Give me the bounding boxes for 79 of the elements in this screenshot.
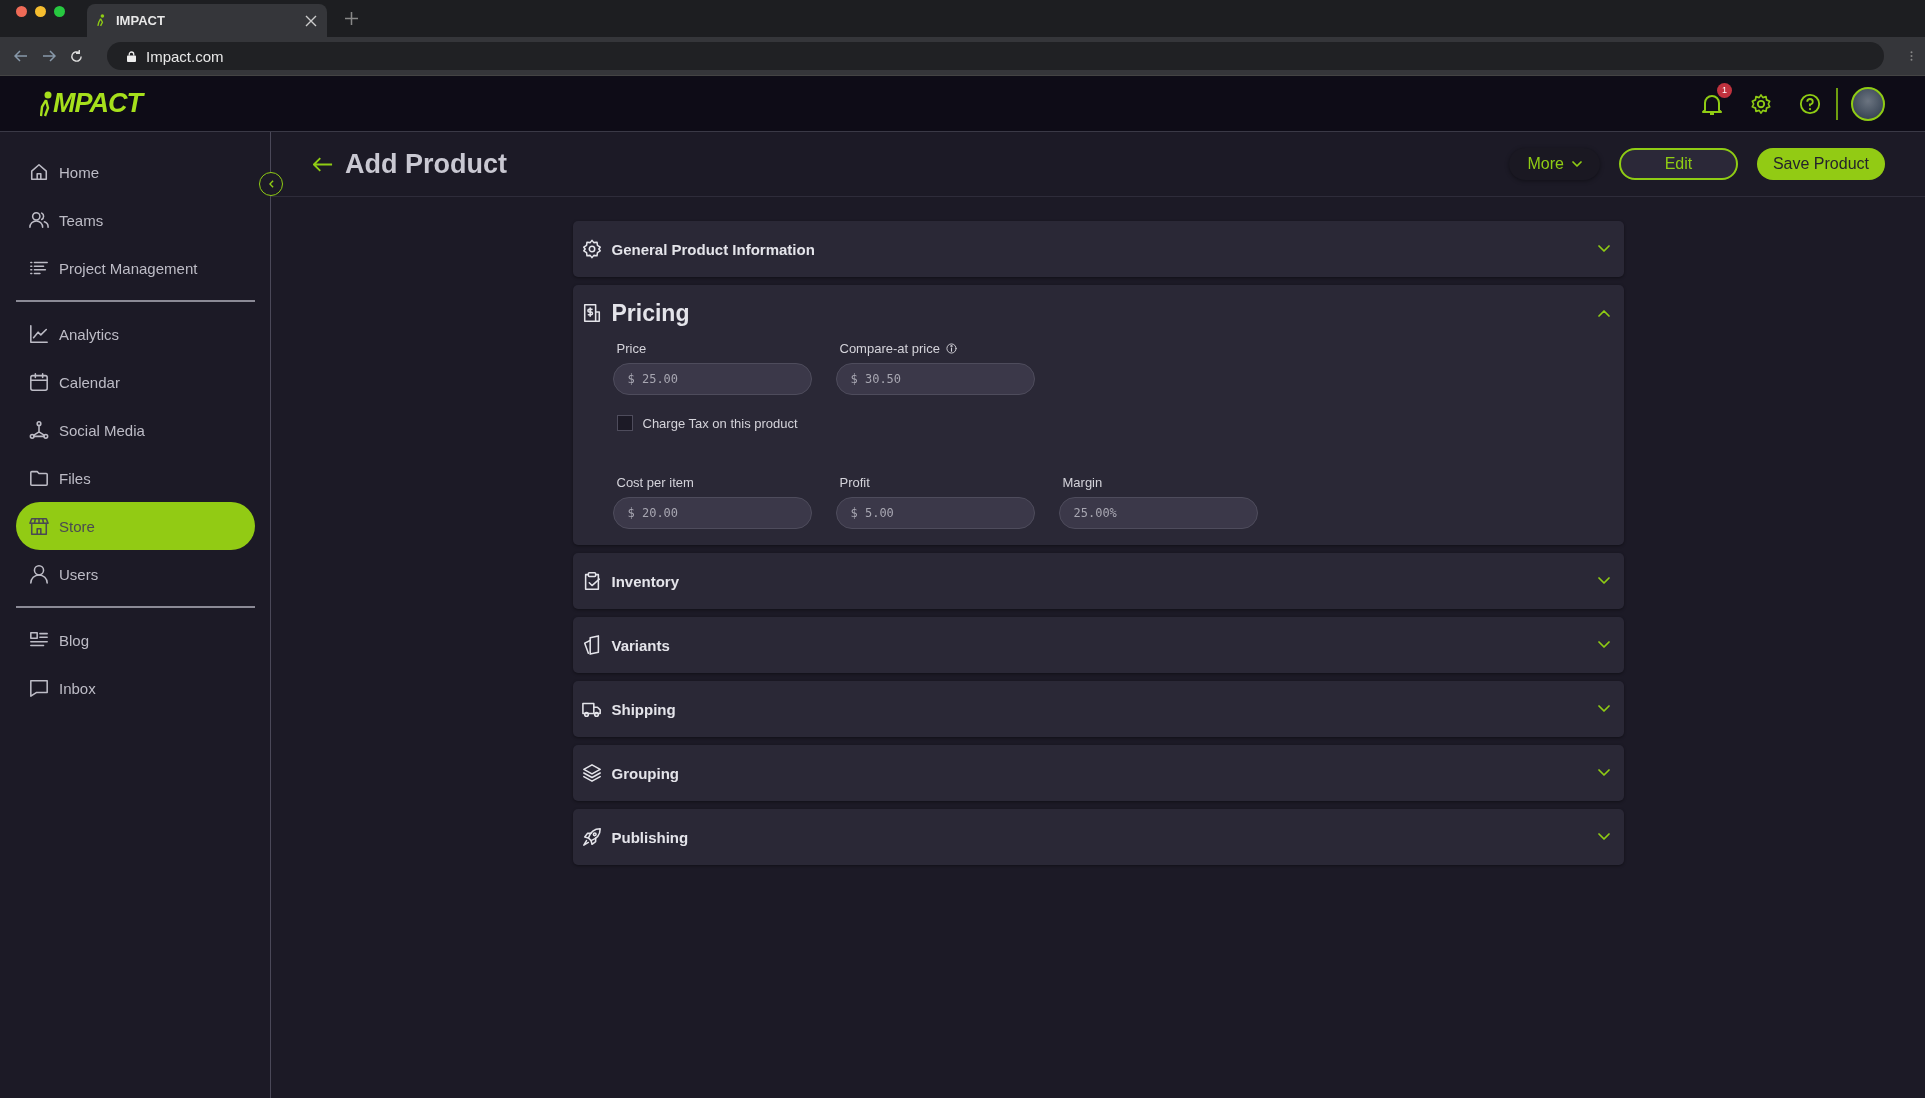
sidebar-item[interactable]: Home (16, 148, 255, 196)
field-label: Cost per item (616, 475, 694, 490)
runner-icon (40, 90, 52, 117)
edit-button[interactable]: Edit (1618, 148, 1738, 180)
calendar-icon (29, 372, 49, 392)
runner-icon (97, 14, 106, 27)
field-label: Profit (839, 475, 870, 490)
sidebar-item[interactable]: Files (16, 454, 255, 502)
chevron-down-icon[interactable] (1597, 245, 1610, 253)
save-button[interactable]: Save Product (1756, 148, 1885, 180)
section-header[interactable]: Grouping (572, 745, 1624, 801)
sidebar-item[interactable]: Users (16, 550, 255, 598)
input-field[interactable]: $ 25.00 (612, 363, 812, 395)
lock-icon (127, 50, 136, 62)
gear-icon (581, 239, 602, 259)
back-icon[interactable] (14, 50, 28, 62)
chevron-down-icon[interactable] (1597, 641, 1610, 649)
section-header[interactable]: Pricing (572, 285, 1624, 341)
forward-icon[interactable] (42, 50, 56, 62)
maximize-window-icon[interactable] (54, 6, 65, 17)
layers-icon (581, 763, 602, 783)
collapse-button[interactable] (259, 172, 283, 196)
sidebar-item[interactable]: Project Management (16, 244, 255, 292)
section-header[interactable]: Variants (572, 617, 1624, 673)
input-field[interactable]: 25.00% (1058, 497, 1258, 529)
reload-icon[interactable] (70, 49, 83, 63)
chevron-down-icon[interactable] (1597, 705, 1610, 713)
chevron-down-icon (1571, 161, 1582, 167)
chat-icon (29, 678, 49, 698)
sidebar-item[interactable]: Teams (16, 196, 255, 244)
plus-icon[interactable] (345, 12, 358, 25)
checkbox-label: Charge Tax on this product (642, 415, 798, 431)
section-header[interactable]: Inventory (572, 553, 1624, 609)
sidebar-item[interactable]: Analytics (16, 310, 255, 358)
chevron-down-icon[interactable] (1597, 769, 1610, 777)
sidebar-item[interactable]: Store (16, 502, 255, 550)
folder-icon (29, 468, 49, 488)
sidebar-item[interactable]: Calendar (16, 358, 255, 406)
chevron-left-icon (268, 180, 274, 188)
sidebar-item[interactable]: Social Media (16, 406, 255, 454)
back-arrow-icon[interactable] (313, 156, 333, 172)
storefront-icon (29, 516, 49, 536)
more-icon[interactable] (1910, 50, 1913, 62)
tab-title: IMPACT (116, 13, 166, 28)
line-chart-icon (29, 324, 49, 344)
input-field[interactable]: $ 20.00 (612, 497, 812, 529)
avatar[interactable] (1851, 86, 1885, 121)
close-icon[interactable] (305, 14, 317, 27)
network-icon (29, 420, 49, 440)
input-field[interactable]: $ 30.50 (835, 363, 1035, 395)
notification-badge: 1 (1717, 82, 1732, 98)
section-header[interactable]: Publishing (572, 809, 1624, 865)
swatch-icon (581, 635, 602, 655)
field-label: Compare-at price (839, 341, 940, 356)
chevron-up-icon[interactable] (1597, 309, 1610, 317)
close-window-icon[interactable] (16, 6, 27, 17)
chevron-down-icon[interactable] (1597, 577, 1610, 585)
settings-icon[interactable] (1750, 92, 1772, 115)
people-icon (29, 210, 49, 230)
address-field[interactable]: Impact.com (107, 42, 1884, 70)
page-title: Add Product (345, 148, 507, 180)
sidebar-item[interactable]: Blog (16, 616, 255, 664)
info-icon (945, 343, 957, 354)
more-button[interactable]: More (1509, 148, 1600, 180)
minimize-window-icon[interactable] (35, 6, 46, 17)
chevron-down-icon[interactable] (1597, 833, 1610, 841)
input-field[interactable]: $ 5.00 (835, 497, 1035, 529)
sidebar-item[interactable]: Inbox (16, 664, 255, 712)
field-label: Price (616, 341, 647, 356)
checkbox[interactable] (616, 415, 633, 431)
browser-tab[interactable]: IMPACT (87, 4, 327, 37)
person-icon (29, 564, 49, 584)
section-header[interactable]: General Product Information (572, 221, 1624, 277)
field-label: Margin (1062, 475, 1103, 490)
section-header[interactable]: Shipping (572, 681, 1624, 737)
receipt-icon (581, 303, 602, 323)
home-icon (29, 162, 49, 182)
rocket-icon (581, 827, 602, 847)
help-icon[interactable] (1799, 92, 1821, 115)
